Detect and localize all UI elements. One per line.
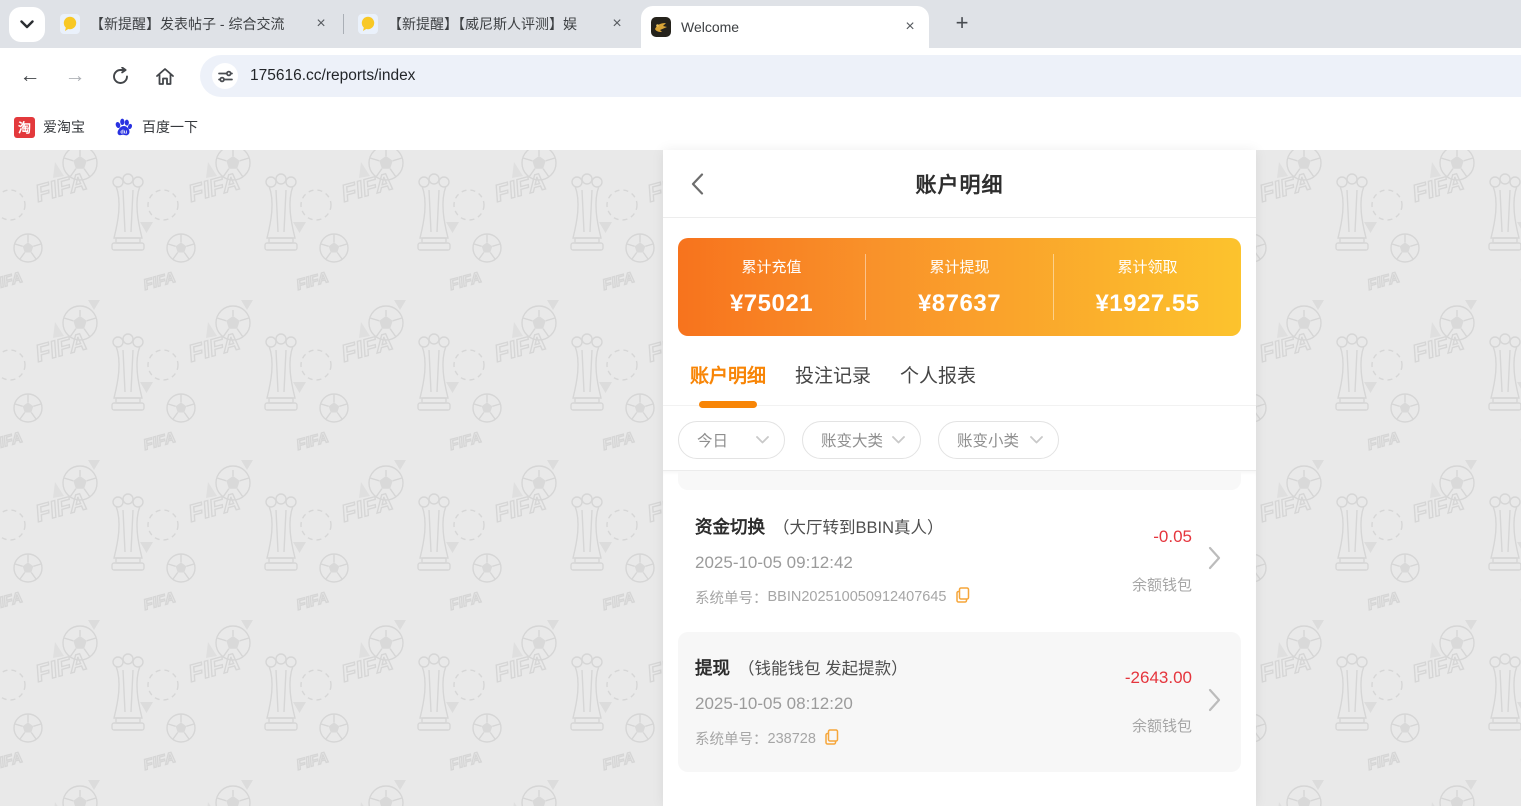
chevron-right-icon[interactable] xyxy=(1208,688,1228,717)
copy-icon[interactable] xyxy=(956,587,970,607)
svg-text:淘: 淘 xyxy=(18,120,31,135)
record-time: 2025-10-05 08:12:20 xyxy=(695,694,1125,714)
record-note: （钱能钱包 发起提款） xyxy=(738,655,908,679)
url-text: 175616.cc/reports/index xyxy=(250,67,415,85)
bookmark-baidu[interactable]: du 百度一下 xyxy=(113,117,198,138)
home-button[interactable] xyxy=(145,56,185,96)
close-icon[interactable]: × xyxy=(901,18,919,36)
bookmark-taobao[interactable]: 淘 爱淘宝 xyxy=(14,117,85,138)
record-type: 提现 xyxy=(695,655,730,680)
tab-title: 【新提醒】发表帖子 - 综合交流 xyxy=(90,14,306,34)
order-label: 系统单号： xyxy=(695,587,768,608)
close-icon[interactable]: × xyxy=(312,15,330,33)
copy-icon[interactable] xyxy=(825,729,839,749)
tab-separator xyxy=(343,14,344,34)
tab-search-button[interactable] xyxy=(9,7,45,42)
chevron-right-icon[interactable] xyxy=(1208,546,1228,575)
page-content: FIFA FIFA FIFA 账户明细 累计充值 ¥75021 xyxy=(0,150,1521,806)
record-time: 2025-10-05 09:12:42 xyxy=(695,553,1132,573)
back-chevron-button[interactable] xyxy=(691,172,715,196)
site-favicon-icon xyxy=(651,17,671,37)
record-list: 资金切换 （大厅转到BBIN真人） 2025-10-05 09:12:42 系统… xyxy=(663,470,1256,772)
active-tab-underline xyxy=(699,401,757,408)
account-detail-panel: 账户明细 累计充值 ¥75021 累计提现 ¥87637 累计领取 ¥1927.… xyxy=(663,150,1256,806)
partially-scrolled-record xyxy=(678,472,1241,490)
filter-minor-type-dropdown[interactable]: 账变小类 xyxy=(938,421,1059,459)
tab-title: 【新提醒】【威尼斯人评测】娱 xyxy=(388,14,602,34)
baidu-paw-icon: du xyxy=(113,117,134,138)
record-wallet: 余额钱包 xyxy=(1132,574,1192,595)
close-icon[interactable]: × xyxy=(608,15,626,33)
tab-account-detail[interactable]: 账户明细 xyxy=(690,361,766,405)
tab-forum-post[interactable]: 【新提醒】发表帖子 - 综合交流 × xyxy=(50,0,340,48)
new-tab-button[interactable]: + xyxy=(948,10,976,38)
totals-card: 累计充值 ¥75021 累计提现 ¥87637 累计领取 ¥1927.55 xyxy=(678,238,1241,336)
chevron-down-icon xyxy=(20,16,34,34)
forum-favicon-icon xyxy=(60,14,80,34)
browser-toolbar: ← → 175616.cc/reports/index xyxy=(0,48,1521,104)
record-type: 资金切换 xyxy=(695,514,765,539)
chevron-down-icon xyxy=(756,436,769,444)
reload-button[interactable] xyxy=(100,56,140,96)
record-wallet: 余额钱包 xyxy=(1125,715,1192,736)
tab-strip: 【新提醒】发表帖子 - 综合交流 × 【新提醒】【威尼斯人评测】娱 × Welc… xyxy=(0,0,1521,48)
stat-total-withdraw: 累计提现 ¥87637 xyxy=(866,256,1053,318)
stat-total-claimed: 累计领取 ¥1927.55 xyxy=(1054,256,1241,318)
chevron-down-icon xyxy=(892,436,905,444)
order-label: 系统单号： xyxy=(695,728,768,749)
filter-date-dropdown[interactable]: 今日 xyxy=(678,421,785,459)
tab-welcome[interactable]: Welcome × xyxy=(641,6,929,48)
record-note: （大厅转到BBIN真人） xyxy=(773,514,944,538)
chevron-down-icon xyxy=(1030,436,1043,444)
record-amount: -0.05 xyxy=(1132,527,1192,547)
forum-favicon-icon xyxy=(358,14,378,34)
site-settings-icon[interactable] xyxy=(212,63,238,89)
taobao-icon: 淘 xyxy=(14,117,35,138)
section-tabs: 账户明细 投注记录 个人报表 xyxy=(663,336,1256,406)
address-bar[interactable]: 175616.cc/reports/index xyxy=(200,55,1521,97)
browser-window: 【新提醒】发表帖子 - 综合交流 × 【新提醒】【威尼斯人评测】娱 × Welc… xyxy=(0,0,1521,150)
filter-bar: 今日 账变大类 账变小类 xyxy=(663,406,1256,470)
back-button[interactable]: ← xyxy=(10,56,50,96)
page-title: 账户明细 xyxy=(916,169,1004,199)
panel-header: 账户明细 xyxy=(663,150,1256,218)
order-number: 238728 xyxy=(768,731,816,747)
record-row[interactable]: 提现 （钱能钱包 发起提款） 2025-10-05 08:12:20 系统单号：… xyxy=(678,632,1241,772)
svg-text:du: du xyxy=(120,129,127,135)
stat-total-deposit: 累计充值 ¥75021 xyxy=(678,256,865,318)
order-number: BBIN202510050912407645 xyxy=(768,589,947,605)
record-row[interactable]: 资金切换 （大厅转到BBIN真人） 2025-10-05 09:12:42 系统… xyxy=(678,490,1241,631)
tab-bet-records[interactable]: 投注记录 xyxy=(795,361,871,405)
tab-personal-report[interactable]: 个人报表 xyxy=(900,361,976,405)
filter-major-type-dropdown[interactable]: 账变大类 xyxy=(802,421,921,459)
forward-button[interactable]: → xyxy=(55,56,95,96)
tab-casino-review[interactable]: 【新提醒】【威尼斯人评测】娱 × xyxy=(348,0,636,48)
record-amount: -2643.00 xyxy=(1125,668,1192,688)
bookmarks-bar: 淘 爱淘宝 du 百度一下 xyxy=(0,104,1521,150)
tab-title: Welcome xyxy=(681,19,895,35)
